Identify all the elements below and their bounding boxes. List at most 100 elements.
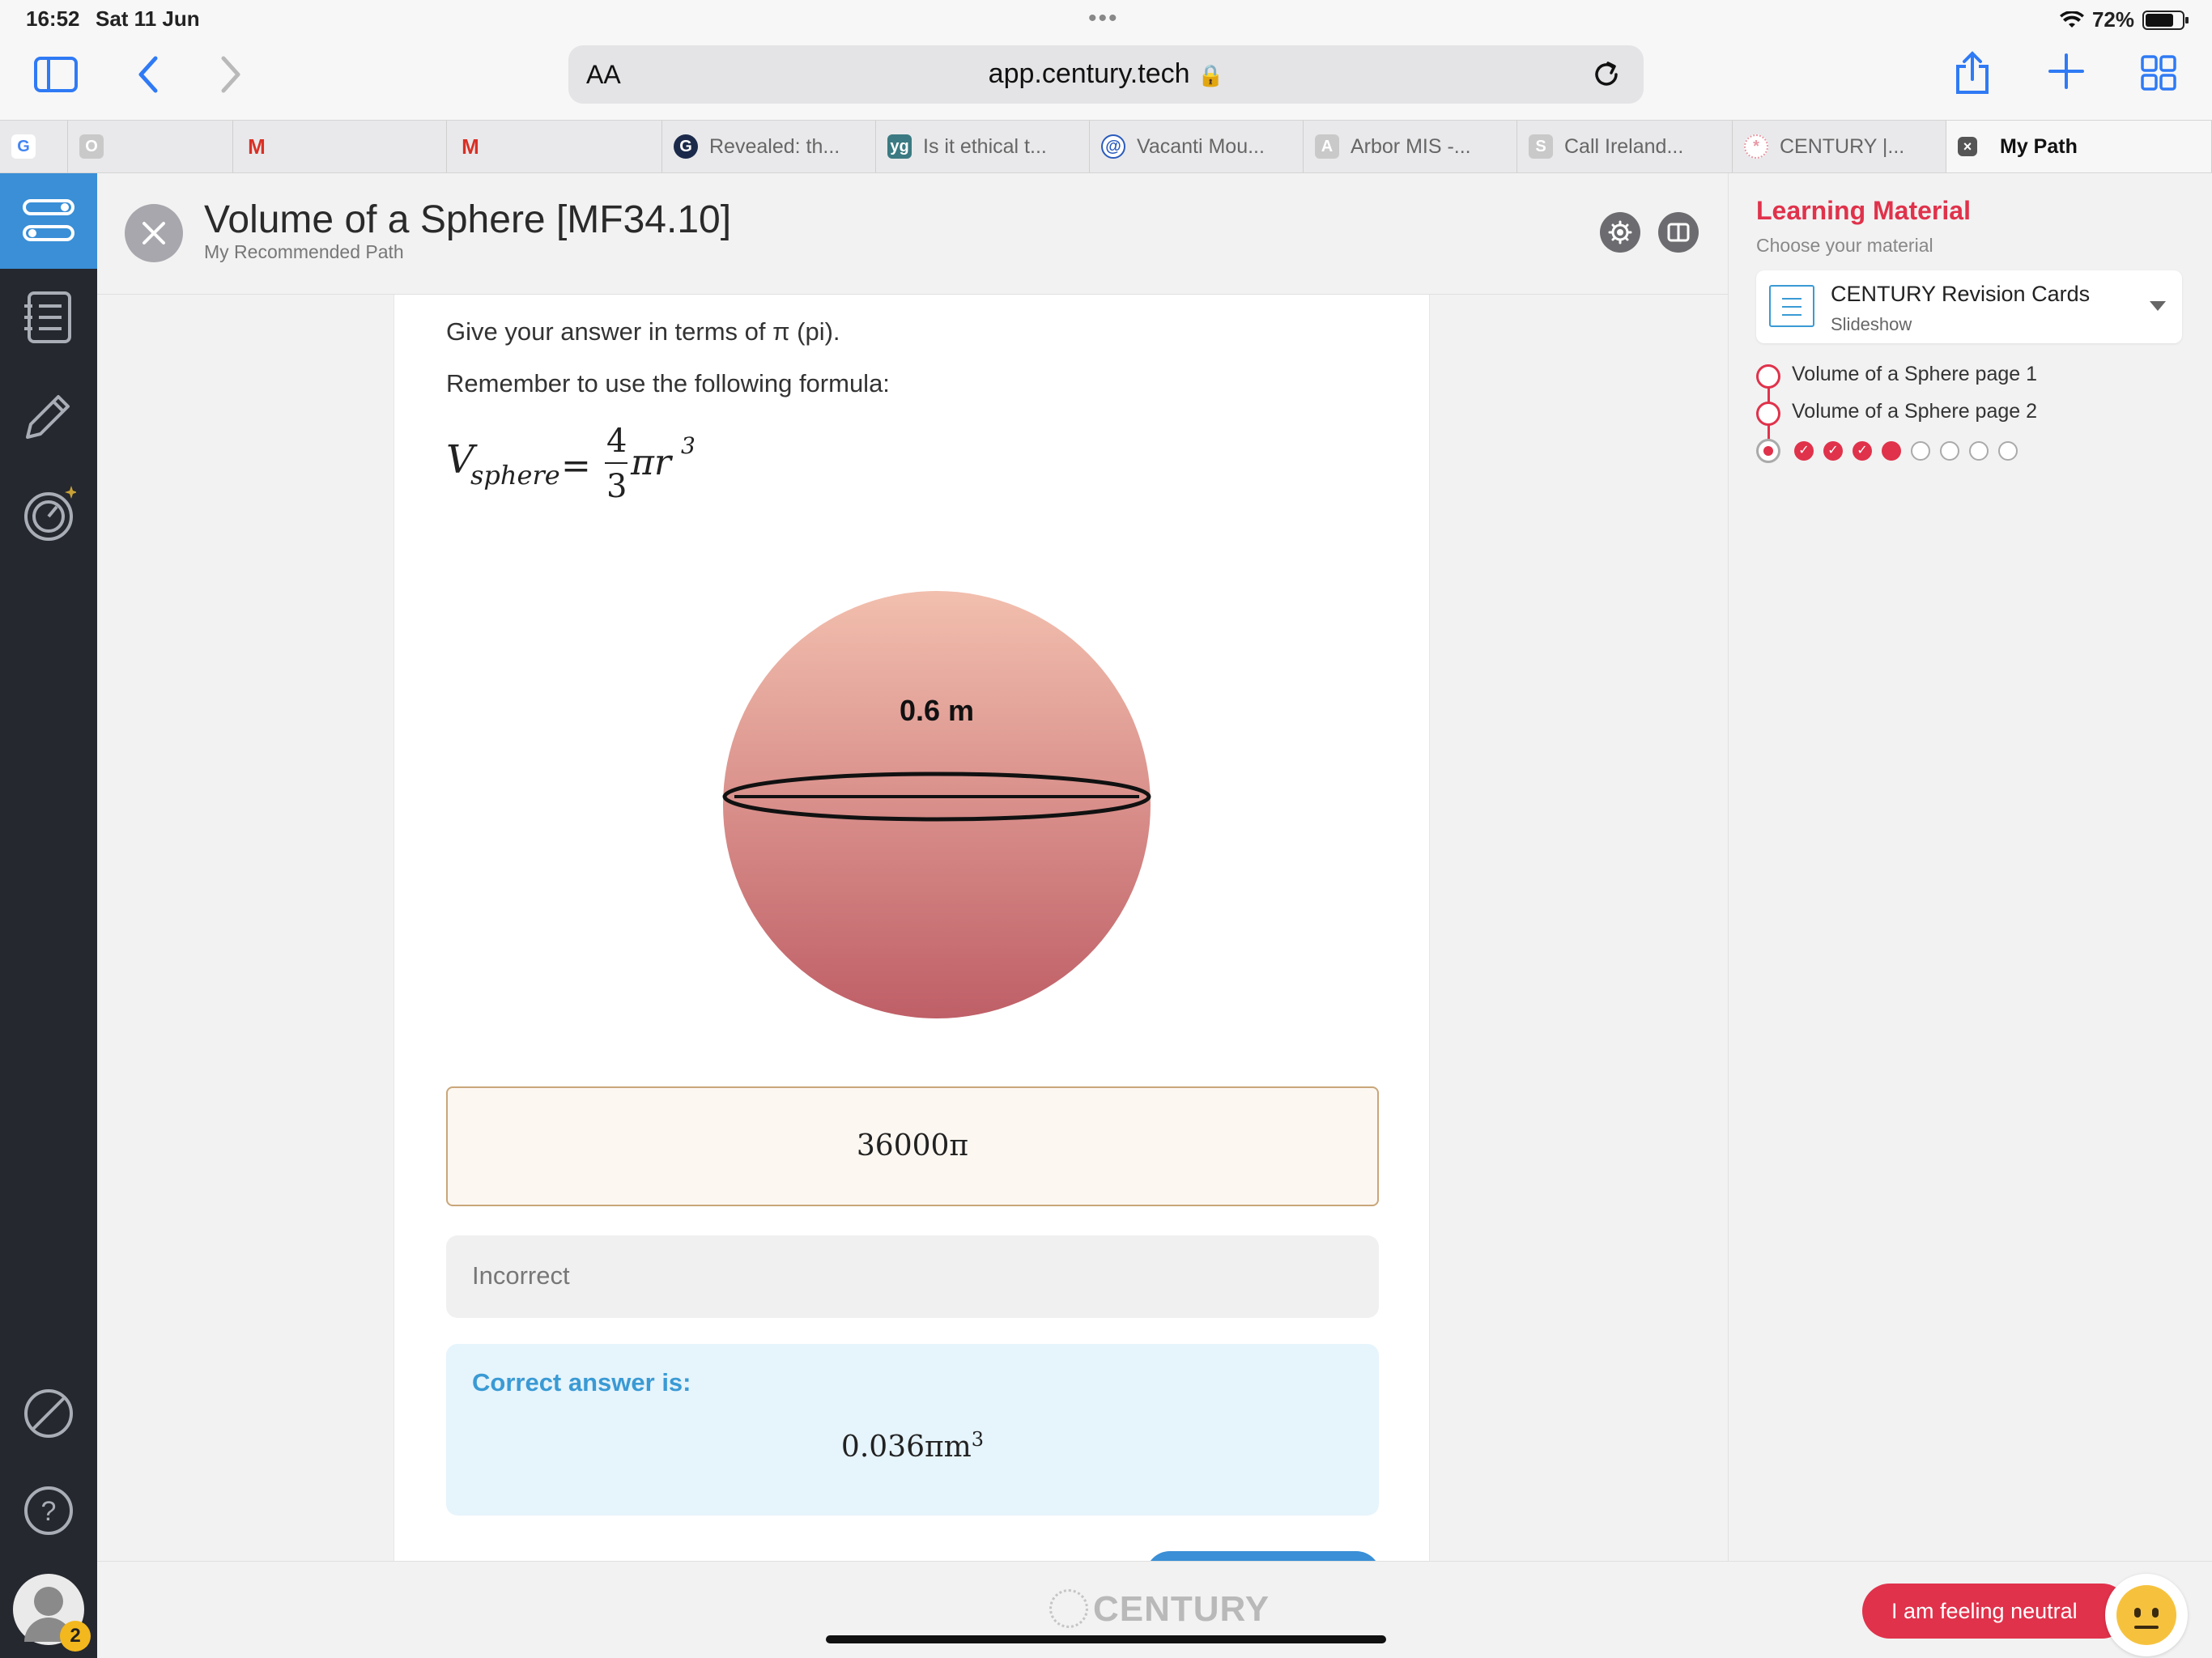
chevron-down-icon — [2150, 301, 2166, 311]
status-time: 16:52 — [26, 6, 80, 31]
tab-favicon-icon: S — [1529, 134, 1553, 159]
app-sidebar: ? — [0, 173, 97, 1658]
reload-icon[interactable] — [1590, 58, 1623, 91]
material-select[interactable]: CENTURY Revision Cards Slideshow — [1756, 270, 2182, 343]
gmail-icon: M — [462, 134, 479, 159]
browser-tab[interactable]: M — [233, 121, 447, 172]
tab-label: Vacanti Mou... — [1137, 134, 1265, 158]
home-indicator — [826, 1635, 1386, 1643]
progress-dot-current[interactable] — [1882, 441, 1901, 461]
browser-tabs: G O M M G Revealed: th... yg Is it ethical… — [0, 120, 2212, 173]
close-tab-icon[interactable]: × — [1958, 137, 1977, 156]
browser-tab[interactable]: * CENTURY |... — [1733, 121, 1946, 172]
feedback-status: Incorrect — [446, 1235, 1379, 1318]
close-button[interactable] — [125, 204, 183, 262]
settings-button[interactable] — [1600, 212, 1640, 253]
browser-tab[interactable]: G Revealed: th... — [662, 121, 876, 172]
question-formula-intro: Remember to use the following formula: — [446, 369, 890, 397]
browser-tab-active[interactable]: × My Path — [1946, 121, 2212, 172]
yougov-icon: yg — [887, 134, 912, 159]
browser-tab[interactable]: @ Vacanti Mou... — [1090, 121, 1304, 172]
forward-icon[interactable] — [220, 55, 243, 94]
guardian-icon: G — [674, 134, 698, 159]
page-subtitle: My Recommended Path — [204, 241, 404, 262]
material-name: CENTURY Revision Cards — [1831, 282, 2091, 306]
browser-tab[interactable]: A Arbor MIS -... — [1304, 121, 1517, 172]
address-bar[interactable]: AA app.century.tech 🔒 — [568, 45, 1644, 104]
question-marker-icon — [1756, 439, 1780, 463]
formula-numerator: 4 — [606, 423, 627, 460]
correct-answer-value: 0.036πm3 — [446, 1428, 1379, 1464]
browser-tab[interactable]: G — [0, 121, 68, 172]
sidebar-item-pencil[interactable] — [21, 389, 76, 444]
avatar[interactable]: 2 — [13, 1574, 91, 1652]
multitask-dots-icon[interactable]: ••• — [1088, 5, 1119, 32]
book-icon — [1667, 223, 1690, 242]
formula-rest: πr — [630, 442, 674, 483]
sidebar-toggle-icon[interactable] — [34, 57, 78, 92]
tab-label: Call Ireland... — [1564, 134, 1684, 158]
new-tab-icon[interactable] — [2048, 53, 2084, 89]
learning-material-panel: Learning Material Choose your material C… — [1728, 173, 2212, 1561]
url-text: app.century.tech 🔒 — [568, 58, 1644, 90]
tab-overview-icon[interactable] — [2141, 55, 2176, 91]
progress-dot-complete[interactable]: ✓ — [1823, 441, 1843, 461]
help-icon[interactable]: ? — [21, 1483, 76, 1538]
path-icon — [23, 199, 74, 241]
browser-tab[interactable]: M — [447, 121, 662, 172]
gear-icon — [1608, 220, 1632, 244]
formula-equals: = — [561, 445, 591, 487]
formula-denominator: 3 — [606, 468, 627, 505]
share-icon[interactable] — [1955, 50, 1990, 96]
tab-favicon-icon: O — [79, 134, 104, 159]
battery-icon — [2142, 10, 2189, 30]
back-icon[interactable] — [136, 55, 159, 94]
progress-dot-complete[interactable]: ✓ — [1794, 441, 1814, 461]
status-date: Sat 11 Jun — [96, 6, 200, 31]
progress-dot-pending[interactable] — [1940, 441, 1959, 461]
fingerprint-icon: @ — [1101, 134, 1125, 159]
sidebar-item-path[interactable] — [0, 173, 97, 269]
century-logo-icon — [1049, 1589, 1088, 1628]
sidebar-item-notes[interactable] — [21, 290, 76, 345]
material-type: Slideshow — [1831, 314, 1912, 334]
century-icon: * — [1744, 134, 1768, 159]
progress-dot-pending[interactable] — [1969, 441, 1989, 461]
lesson-header: Volume of a Sphere [MF34.10] My Recommen… — [97, 173, 1728, 295]
notification-badge: 2 — [60, 1621, 91, 1652]
panel-title: Learning Material — [1756, 196, 1971, 225]
correct-answer-exponent: 3 — [971, 1428, 985, 1451]
correct-answer-label: Correct answer is: — [472, 1368, 691, 1397]
tab-label: CENTURY |... — [1780, 134, 1905, 158]
user-answer-box: 36000π — [446, 1086, 1379, 1206]
browser-tab[interactable]: yg Is it ethical t... — [876, 121, 1090, 172]
sphere-diagram: 0.6 m — [722, 591, 1151, 1018]
progress-dot-pending[interactable] — [1911, 441, 1930, 461]
status-bar: 16:52 Sat 11 Jun ••• 72% — [0, 0, 2212, 39]
tab-label: Is it ethical t... — [923, 134, 1047, 158]
lock-icon: 🔒 — [1197, 63, 1224, 87]
material-item[interactable]: Volume of a Sphere page 2 — [1792, 400, 2037, 423]
close-icon — [143, 222, 165, 244]
wifi-icon — [2059, 11, 2084, 28]
sidebar-item-hide-icon[interactable] — [21, 1386, 76, 1441]
browser-tab[interactable]: S Call Ireland... — [1517, 121, 1733, 172]
feeling-button[interactable]: I am feeling neutral — [1862, 1584, 2129, 1639]
formula: V sphere = 4 3 πr 3 — [446, 416, 738, 517]
question-card: Give your answer in terms of π (pi). Rem… — [393, 295, 1430, 1600]
panel-toggle-button[interactable] — [1658, 212, 1699, 253]
formula-exponent: 3 — [681, 432, 696, 459]
battery-status: 72% — [2059, 7, 2189, 32]
progress-dot-complete[interactable]: ✓ — [1853, 441, 1872, 461]
tab-favicon-icon: A — [1315, 134, 1339, 159]
sphere-shape — [723, 591, 1151, 1018]
google-icon: G — [11, 134, 36, 159]
material-item[interactable]: Volume of a Sphere page 1 — [1792, 363, 2037, 386]
browser-tab[interactable]: O — [68, 121, 233, 172]
neutral-face-icon[interactable] — [2105, 1574, 2188, 1656]
page-title: Volume of a Sphere [MF34.10] — [204, 198, 732, 241]
panel-subtitle: Choose your material — [1756, 235, 1933, 256]
sidebar-item-dashboard[interactable] — [21, 486, 76, 541]
tab-label: Revealed: th... — [709, 134, 840, 158]
progress-dot-pending[interactable] — [1998, 441, 2018, 461]
